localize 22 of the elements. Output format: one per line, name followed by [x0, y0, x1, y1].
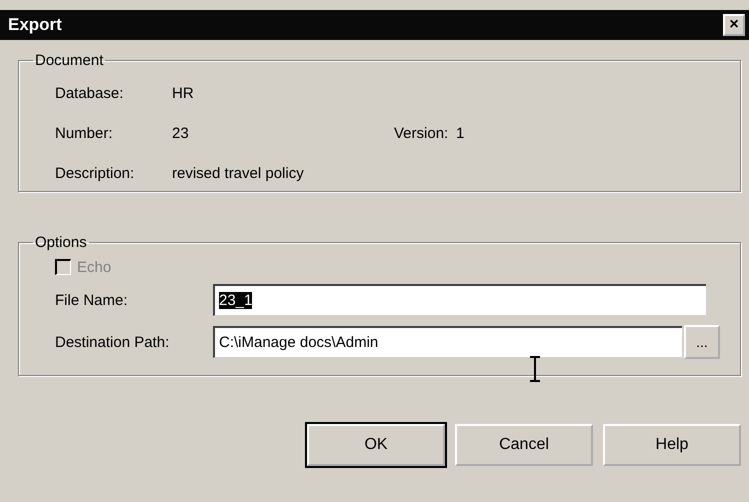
group-legend: Document: [33, 52, 106, 69]
dialog-button[interactable]: Cancel: [455, 424, 593, 466]
checkbox-label: Echo: [77, 258, 112, 276]
text-cursor-icon: [529, 356, 541, 382]
field-label: Database:: [55, 84, 124, 102]
field-label: Version:: [394, 124, 450, 142]
dialog-button[interactable]: Help: [603, 424, 741, 466]
field-label: Number:: [55, 124, 114, 142]
field-label: Description:: [55, 164, 136, 182]
field-value: 1: [456, 124, 464, 142]
field-value: HR: [172, 84, 195, 102]
dialog-button[interactable]: OK: [307, 424, 445, 466]
field-label: File Name:: [55, 292, 129, 308]
close-button[interactable]: ×: [723, 14, 745, 36]
destination-path-field[interactable]: C:\iManage docs\Admin: [213, 326, 682, 358]
group-legend: Options: [33, 234, 89, 251]
field-label: Destination Path:: [55, 334, 170, 350]
field-value: revised travel policy: [172, 164, 305, 182]
window-title: Export: [8, 15, 62, 35]
file-name-field[interactable]: 23_1: [213, 284, 706, 316]
browse-button[interactable]: ...: [684, 325, 720, 359]
field-value: 23: [172, 124, 190, 142]
